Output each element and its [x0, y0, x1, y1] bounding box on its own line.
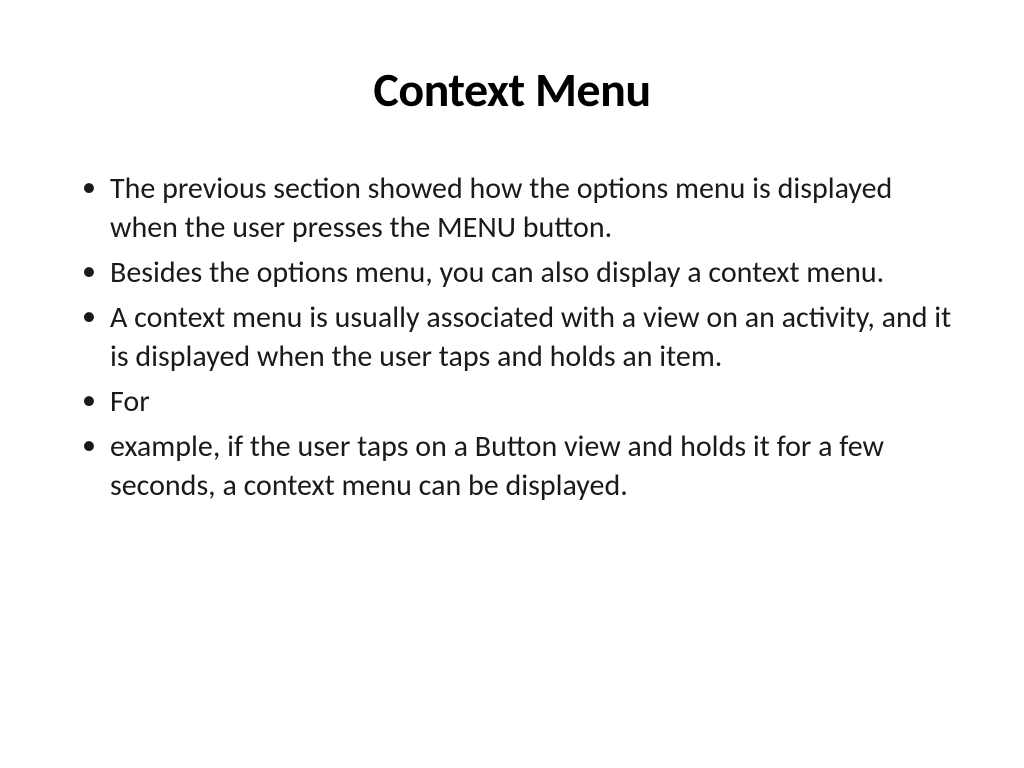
- list-item: For: [70, 382, 954, 421]
- list-item: Besides the options menu, you can also d…: [70, 253, 954, 292]
- list-item: example, if the user taps on a Button vi…: [70, 427, 954, 505]
- bullet-list: The previous section showed how the opti…: [70, 169, 954, 505]
- slide-title: Context Menu: [70, 60, 954, 119]
- list-item: The previous section showed how the opti…: [70, 169, 954, 247]
- list-item: A context menu is usually associated wit…: [70, 298, 954, 376]
